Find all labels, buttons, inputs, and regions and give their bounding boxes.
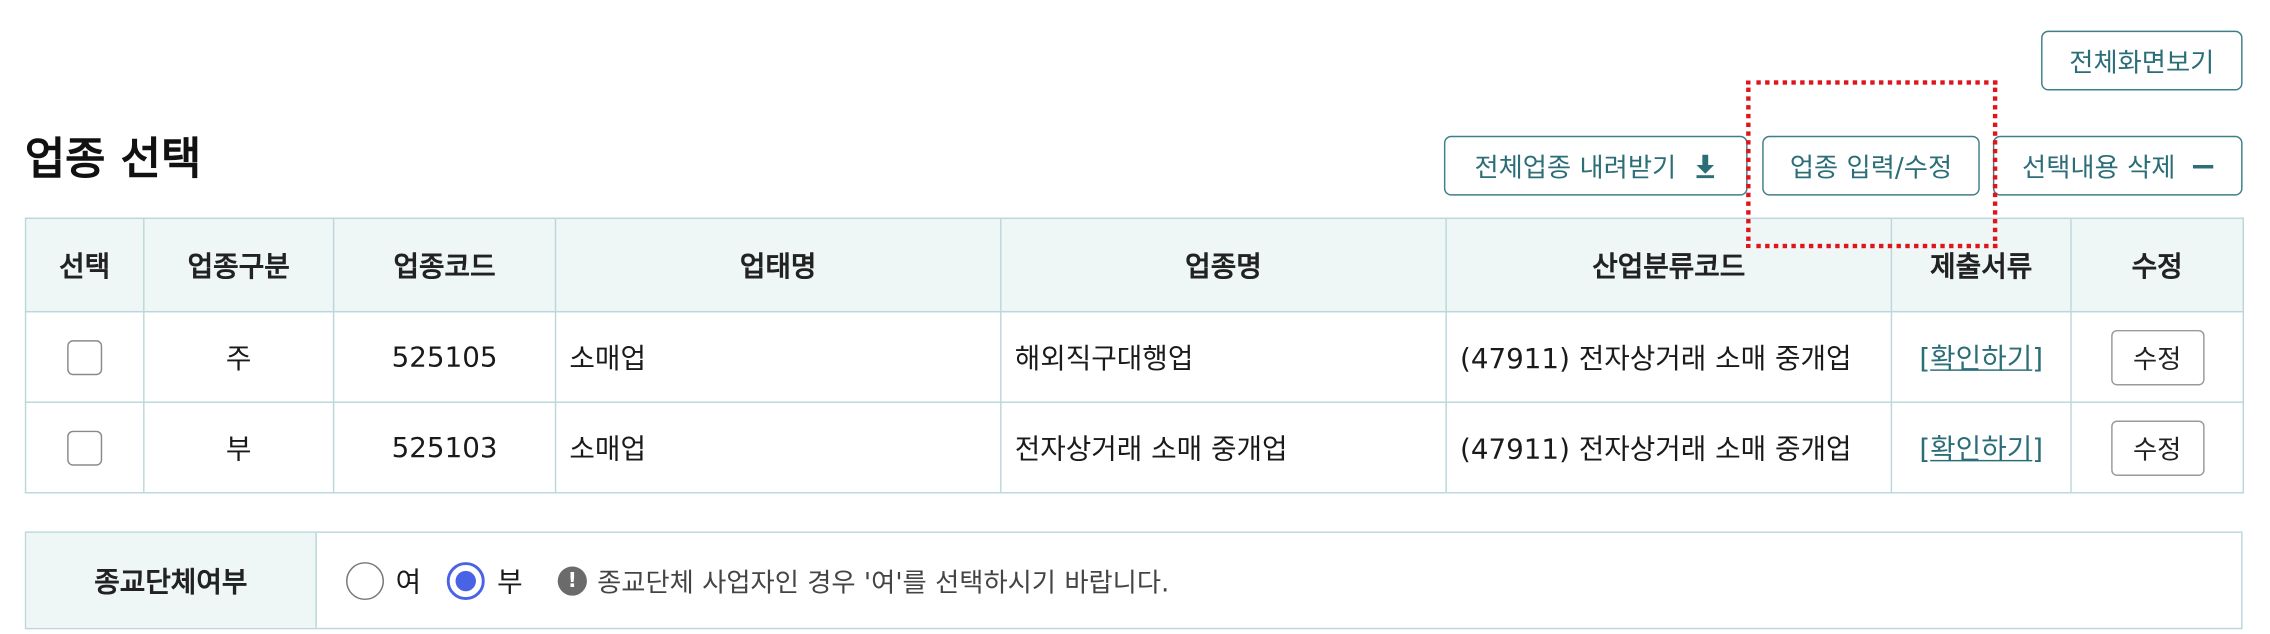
- table-header-row: 선택 업종구분 업종코드 업태명 업종명 산업분류코드 제출서류 수정: [24, 217, 2245, 313]
- select-cell: [24, 401, 145, 494]
- edit-cell: 수정: [2070, 310, 2245, 403]
- radio-no-label: 부: [497, 566, 523, 599]
- code-cell: 525103: [332, 401, 557, 494]
- column-header-classification: 산업분류코드: [1445, 217, 1893, 313]
- delete-button-label: 선택내용 삭제: [2022, 152, 2176, 184]
- documents-cell: [확인하기]: [1890, 310, 2072, 403]
- industry-name-cell: 해외직구대행업: [1000, 310, 1447, 403]
- business-type-cell: 소매업: [554, 401, 1002, 494]
- notice-text: 종교단체 사업자인 경우 '여'를 선택하시기 바랍니다.: [597, 567, 1170, 598]
- religion-notice: ! 종교단체 사업자인 경우 '여'를 선택하시기 바랍니다.: [557, 561, 1170, 599]
- page: 전체화면보기 업종 선택 전체업종 내려받기 업종 입력/수정 선택내용 삭제 …: [0, 0, 2270, 634]
- industry-input-edit-button[interactable]: 업종 입력/수정: [1762, 135, 1980, 196]
- download-all-industries-button[interactable]: 전체업종 내려받기: [1443, 135, 1748, 196]
- column-header-code: 업종코드: [332, 217, 557, 313]
- fullscreen-button[interactable]: 전체화면보기: [2041, 30, 2243, 91]
- table-row: 부 525103 소매업 전자상거래 소매 중개업 (47911) 전자상거래 …: [24, 401, 2245, 494]
- radio-yes-circle[interactable]: [346, 561, 384, 600]
- select-cell: [24, 310, 145, 403]
- radio-option-no[interactable]: 부: [447, 561, 523, 600]
- minus-icon: [2192, 155, 2214, 175]
- religious-org-label: 종교단체여부: [26, 532, 317, 628]
- column-header-documents: 제출서류: [1890, 217, 2072, 313]
- input-button-label: 업종 입력/수정: [1789, 152, 1953, 184]
- industry-name-cell: 전자상거래 소매 중개업: [1000, 401, 1447, 494]
- classification-cell: (47911) 전자상거래 소매 중개업: [1445, 310, 1893, 403]
- radio-option-yes[interactable]: 여: [346, 561, 421, 600]
- industry-table: 선택 업종구분 업종코드 업태명 업종명 산업분류코드 제출서류 수정 주 52…: [24, 217, 2245, 494]
- row-checkbox[interactable]: [67, 339, 103, 375]
- business-type-cell: 소매업: [554, 310, 1002, 403]
- documents-cell: [확인하기]: [1890, 401, 2072, 494]
- classification-cell: (47911) 전자상거래 소매 중개업: [1445, 401, 1893, 494]
- column-header-select: 선택: [24, 217, 145, 313]
- table-row: 주 525105 소매업 해외직구대행업 (47911) 전자상거래 소매 중개…: [24, 310, 2245, 403]
- edit-row-button[interactable]: 수정: [2110, 329, 2204, 385]
- code-cell: 525105: [332, 310, 557, 403]
- radio-no-circle[interactable]: [447, 561, 486, 600]
- row-checkbox[interactable]: [67, 429, 103, 466]
- column-header-industry-name: 업종명: [1000, 217, 1447, 313]
- view-documents-link[interactable]: 확인하기: [1930, 343, 2032, 375]
- exclamation-icon: !: [557, 565, 587, 595]
- radio-yes-label: 여: [395, 566, 422, 599]
- delete-selected-button[interactable]: 선택내용 삭제: [1992, 135, 2243, 196]
- fullscreen-button-label: 전체화면보기: [2069, 47, 2215, 79]
- column-header-business-type: 업태명: [554, 217, 1002, 313]
- edit-row-button[interactable]: 수정: [2110, 419, 2204, 476]
- division-cell: 주: [143, 310, 335, 403]
- edit-cell: 수정: [2070, 401, 2245, 494]
- column-header-edit: 수정: [2070, 217, 2245, 313]
- religious-org-options: 여 부 ! 종교단체 사업자인 경우 '여'를 선택하시기 바랍니다.: [317, 533, 1170, 628]
- download-button-label: 전체업종 내려받기: [1474, 152, 1677, 184]
- view-documents-link[interactable]: 확인하기: [1930, 434, 2032, 466]
- religious-org-row: 종교단체여부 여 부 ! 종교단체 사업자인 경우 '여'를 선택하시기 바랍니…: [24, 531, 2243, 630]
- download-icon: [1694, 153, 1717, 179]
- page-title: 업종 선택: [24, 134, 202, 186]
- column-header-division: 업종구분: [143, 217, 335, 313]
- division-cell: 부: [143, 401, 335, 494]
